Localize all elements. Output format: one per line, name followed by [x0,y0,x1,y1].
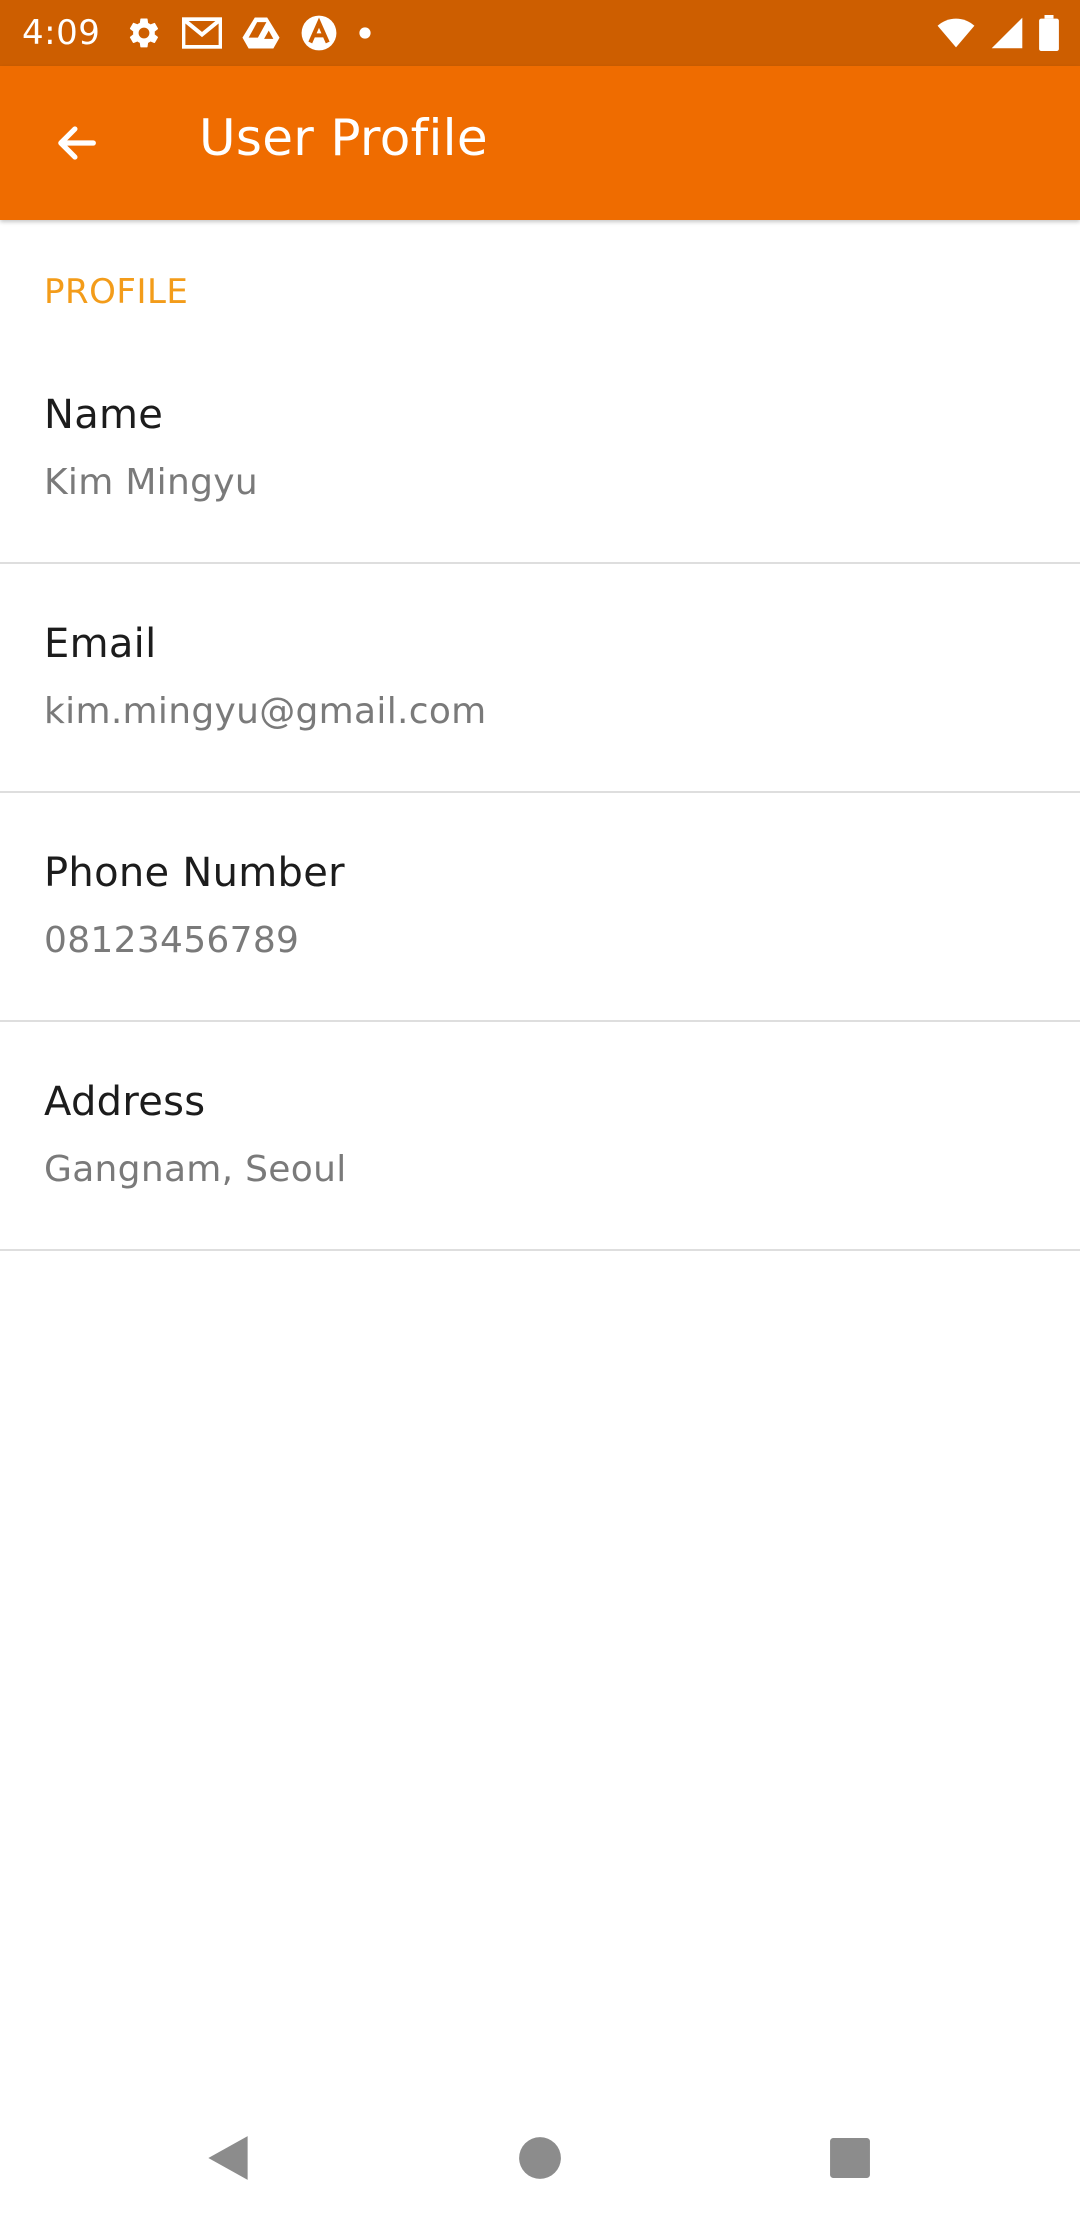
section-header: PROFILE [44,272,189,312]
status-bar: 4:09 [0,0,1080,66]
item-value: Gangnam, Seoul [44,1149,347,1190]
nav-back-button[interactable] [196,2128,260,2192]
profile-item-phone[interactable]: Phone Number 08123456789 [0,792,1080,1022]
nav-home-button[interactable] [508,2128,572,2192]
drive-icon [242,16,280,50]
profile-item-address[interactable]: Address Gangnam, Seoul [0,1021,1080,1251]
back-button[interactable] [40,109,112,181]
profile-item-email[interactable]: Email kim.mingyu@gmail.com [0,563,1080,793]
back-triangle-icon [205,2134,251,2186]
gmail-icon [182,16,222,50]
item-label: Address [44,1079,206,1125]
cell-signal-icon [990,16,1024,50]
item-value: Kim Mingyu [44,462,258,503]
item-label: Name [44,392,164,438]
item-label: Email [44,621,157,667]
navigation-bar [0,2100,1080,2220]
item-label: Phone Number [44,850,345,896]
app-a-icon [300,14,338,52]
recents-square-icon [829,2137,871,2183]
item-value: kim.mingyu@gmail.com [44,691,487,732]
status-icons-right [922,14,1060,52]
profile-item-name[interactable]: Name Kim Mingyu [0,334,1080,564]
settings-icon [126,15,162,51]
app-bar: User Profile [0,66,1080,220]
wifi-icon [936,17,976,49]
notification-dot-icon [358,26,372,40]
status-icons-left [126,14,392,52]
nav-recents-button[interactable] [818,2128,882,2192]
item-value: 08123456789 [44,920,300,961]
arrow-back-icon [50,117,102,173]
battery-icon [1038,15,1060,51]
status-time: 4:09 [22,13,101,53]
screen: 4:09 User Profile PROFILE Name Kim Mingy… [0,0,1080,2220]
home-circle-icon [518,2136,562,2184]
page-title: User Profile [199,109,488,167]
